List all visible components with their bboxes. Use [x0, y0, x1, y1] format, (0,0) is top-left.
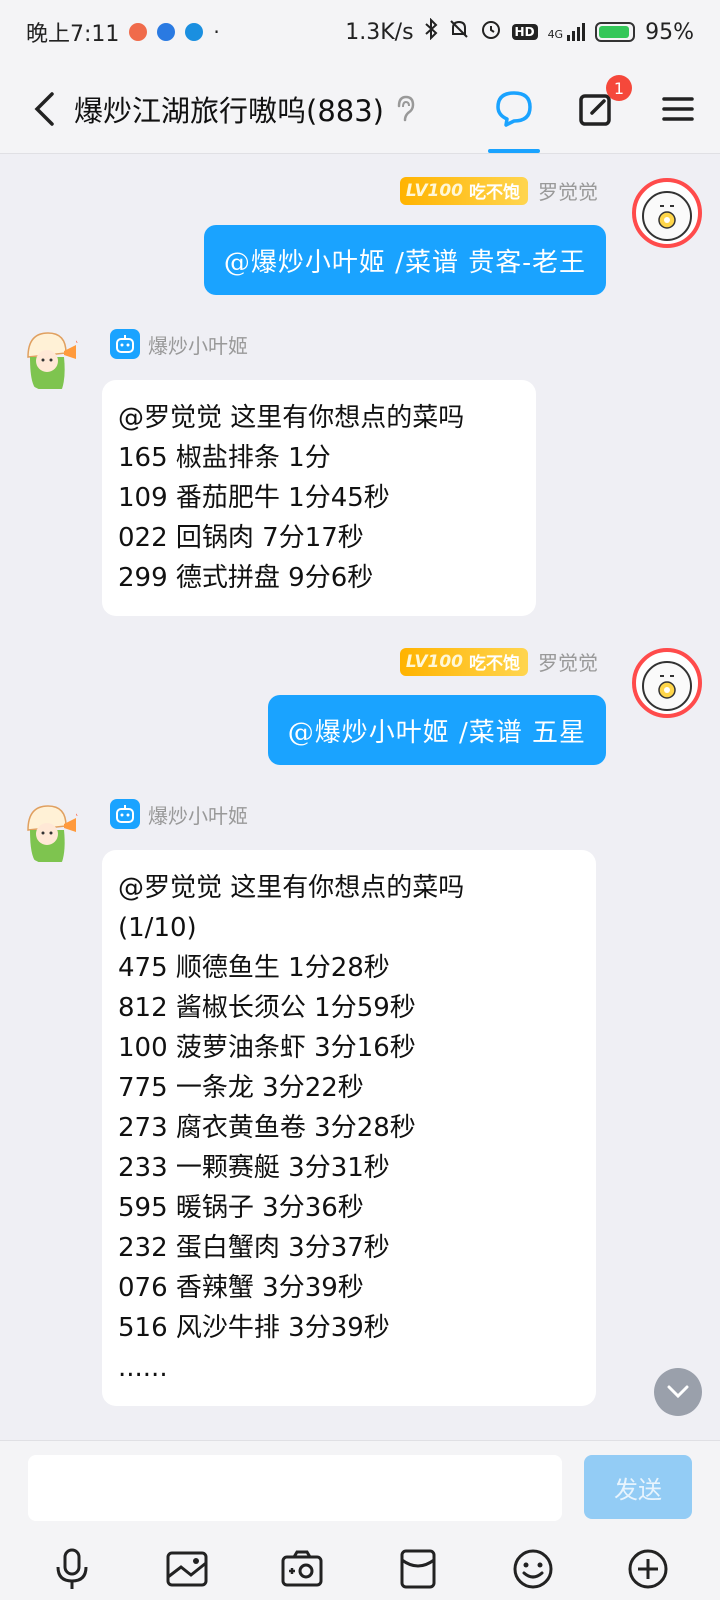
sender-meta: LV100 吃不饱 罗觉觉: [399, 176, 598, 205]
message-bubble-sent[interactable]: @爆炒小叶姬 /菜谱 贵客-老王: [203, 225, 606, 295]
level-title: 吃不饱: [469, 183, 520, 203]
camera-icon[interactable]: [276, 1543, 328, 1595]
message-line: 022 回锅肉 7分17秒: [118, 523, 364, 553]
signal-icon: 4G: [548, 23, 586, 41]
status-time: 晚上7:11: [26, 22, 120, 47]
level-badge: LV100 吃不饱: [399, 647, 528, 676]
message-bubble-bot[interactable]: @罗觉觉 这里有你想点的菜吗 (1/10) 475 顺德鱼生 1分28秒 812…: [102, 850, 596, 1406]
header-actions: 1: [488, 64, 700, 154]
app-notification-icon: [129, 23, 148, 41]
message-line: 475 顺德鱼生 1分28秒: [118, 953, 390, 983]
bot-avatar[interactable]: [18, 327, 82, 391]
chevron-left-icon: [34, 91, 54, 126]
menu-button[interactable]: [656, 87, 700, 131]
message-line: 273 腐衣黄鱼卷 3分28秒: [118, 1113, 416, 1143]
status-right: 1.3K/s HD 4G 95%: [345, 17, 694, 46]
duck-avatar-icon: [642, 191, 692, 241]
menu-icon: [662, 97, 694, 121]
chat-title[interactable]: 爆炒江湖旅行嗷呜(883): [74, 88, 384, 130]
notification-badge: 1: [606, 75, 632, 101]
battery-icon: [595, 22, 636, 42]
message-line: 595 暖锅子 3分36秒: [118, 1193, 364, 1223]
message-line: 233 一颗赛艇 3分31秒: [118, 1153, 390, 1183]
girl-avatar-icon: [27, 805, 80, 862]
chat-header: 爆炒江湖旅行嗷呜(883) 1: [0, 64, 720, 154]
robot-icon: [110, 329, 140, 359]
mute-bell-icon: [448, 18, 470, 46]
message-bubble-bot[interactable]: @罗觉觉 这里有你想点的菜吗 165 椒盐排条 1分 109 番茄肥牛 1分45…: [102, 380, 536, 616]
message-line: 232 蛋白蟹肉 3分37秒: [118, 1233, 390, 1263]
level-badge: LV100 吃不饱: [399, 176, 528, 205]
chat-tab-button[interactable]: [488, 87, 540, 153]
message-line: @罗觉觉 这里有你想点的菜吗: [118, 403, 465, 433]
message-bubble-sent[interactable]: @爆炒小叶姬 /菜谱 五星: [267, 695, 606, 765]
alarm-icon: [480, 18, 502, 46]
more-dot-icon: ·: [213, 20, 220, 44]
back-button[interactable]: [14, 79, 74, 139]
bot-name[interactable]: 爆炒小叶姬: [148, 330, 248, 359]
message-line: ......: [118, 1353, 168, 1383]
avatar[interactable]: [632, 178, 702, 248]
robot-icon: [110, 799, 140, 829]
message-line: 775 一条龙 3分22秒: [118, 1073, 364, 1103]
message-line: 100 菠萝油条虾 3分16秒: [118, 1033, 416, 1063]
bird-notification-icon: [185, 23, 204, 41]
battery-percent: 95%: [645, 19, 694, 45]
post-button[interactable]: 1: [574, 75, 632, 131]
microphone-icon[interactable]: [46, 1543, 98, 1595]
level-number: LV100: [405, 180, 463, 201]
input-toolbar: [0, 1539, 720, 1599]
girl-avatar-icon: [27, 332, 80, 389]
input-area: 发送: [0, 1440, 720, 1600]
message-line: (1/10): [118, 913, 197, 943]
scroll-to-bottom-button[interactable]: [654, 1368, 702, 1416]
message-line: 165 椒盐排条 1分: [118, 443, 331, 473]
bot-meta: 爆炒小叶姬: [110, 799, 248, 829]
emoji-icon[interactable]: [507, 1543, 559, 1595]
messenger-notification-icon: [157, 23, 176, 41]
message-line: 076 香辣蟹 3分39秒: [118, 1273, 364, 1303]
send-button[interactable]: 发送: [584, 1455, 692, 1519]
bluetooth-icon: [424, 17, 438, 46]
network-type: 4G: [547, 28, 564, 41]
ear-icon: [394, 94, 416, 124]
plus-icon[interactable]: [622, 1543, 674, 1595]
chat-bubble-icon: [496, 91, 532, 127]
hd-icon: HD: [511, 24, 538, 40]
status-left: 晚上7:11 ·: [26, 16, 220, 48]
duck-avatar-icon: [642, 661, 692, 711]
message-line: 812 酱椒长须公 1分59秒: [118, 993, 416, 1023]
bot-meta: 爆炒小叶姬: [110, 329, 248, 359]
level-title: 吃不饱: [469, 654, 520, 674]
message-line: 516 风沙牛排 3分39秒: [118, 1313, 390, 1343]
chevron-down-icon: [667, 1385, 689, 1399]
message-line: 299 德式拼盘 9分6秒: [118, 563, 374, 593]
bot-avatar[interactable]: [18, 800, 82, 864]
sender-name[interactable]: 罗觉觉: [538, 647, 598, 676]
net-speed: 1.3K/s: [345, 19, 414, 45]
message-line: @罗觉觉 这里有你想点的菜吗: [118, 873, 465, 903]
level-number: LV100: [405, 651, 463, 672]
message-line: 109 番茄肥牛 1分45秒: [118, 483, 390, 513]
image-icon[interactable]: [161, 1543, 213, 1595]
sender-name[interactable]: 罗觉觉: [538, 176, 598, 205]
red-packet-icon[interactable]: [392, 1543, 444, 1595]
sender-meta: LV100 吃不饱 罗觉觉: [399, 647, 598, 676]
status-bar: 晚上7:11 · 1.3K/s HD 4G 95%: [0, 0, 720, 64]
avatar[interactable]: [632, 648, 702, 718]
message-input[interactable]: [28, 1455, 562, 1521]
bot-name[interactable]: 爆炒小叶姬: [148, 800, 248, 829]
